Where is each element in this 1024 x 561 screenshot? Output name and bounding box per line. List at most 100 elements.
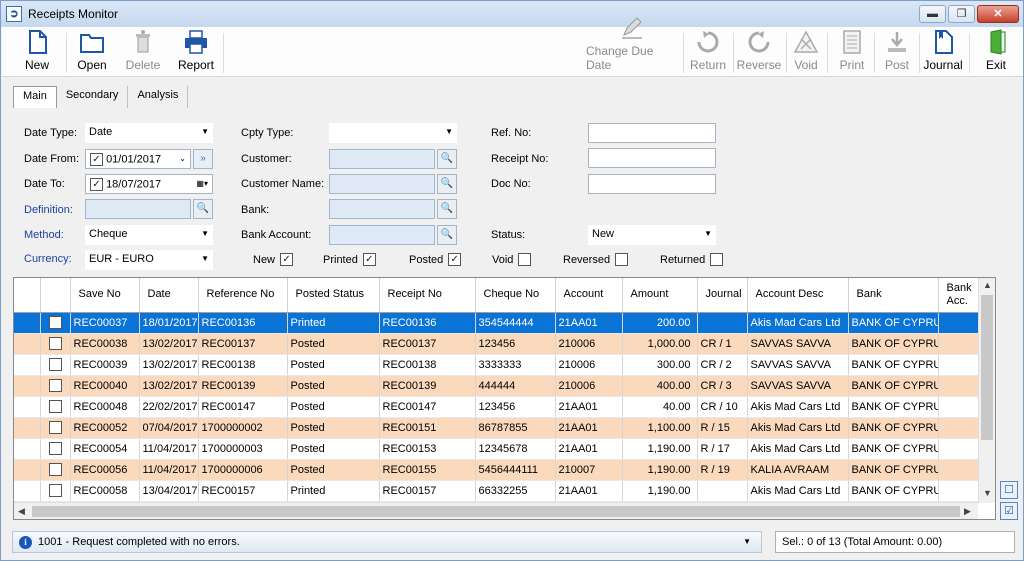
column-header[interactable]: Date <box>139 278 199 313</box>
print-button[interactable]: Print <box>836 29 868 75</box>
horizontal-scroll-thumb[interactable] <box>32 506 960 517</box>
row-select-cell[interactable] <box>40 417 71 439</box>
table-row[interactable]: REC00056 11/04/2017 1700000006 Posted REC001… <box>14 459 980 481</box>
date-from-picker[interactable]: ✓ 01/01/2017 ⌄ <box>85 149 191 169</box>
check-reversed-box[interactable] <box>615 253 629 266</box>
cpty-type-select[interactable]: ▼ <box>329 123 457 143</box>
row-checkbox[interactable] <box>48 400 62 413</box>
select-none-icon[interactable]: ☐ <box>1000 481 1018 499</box>
row-select-cell[interactable] <box>40 375 71 397</box>
row-select-cell[interactable] <box>40 354 71 376</box>
fast-forward-icon[interactable]: » <box>193 149 213 169</box>
exit-button[interactable]: Exit <box>980 29 1012 75</box>
return-button[interactable]: Return <box>688 29 728 75</box>
check-new[interactable]: New ✓ <box>253 253 294 266</box>
change-due-date-button[interactable]: Change Due Date <box>586 17 678 75</box>
row-header[interactable] <box>14 354 41 376</box>
row-select-cell[interactable] <box>40 459 71 481</box>
definition-search-icon[interactable]: 🔍 <box>193 199 213 219</box>
row-select-cell[interactable] <box>40 312 71 334</box>
column-header[interactable]: Save No <box>70 278 140 313</box>
table-row[interactable]: REC00048 22/02/2017 REC00147 Posted REC00147… <box>14 396 980 418</box>
row-checkbox[interactable] <box>48 421 62 434</box>
customer-name-search-icon[interactable]: 🔍 <box>437 174 457 194</box>
definition-field[interactable] <box>85 199 191 219</box>
table-row[interactable]: REC00040 13/02/2017 REC00139 Posted REC00139… <box>14 375 980 397</box>
row-checkbox[interactable] <box>48 316 62 329</box>
close-button[interactable]: ✕ <box>977 5 1019 23</box>
tab-main[interactable]: Main <box>13 86 57 108</box>
row-header[interactable] <box>14 480 41 502</box>
scroll-up-icon[interactable]: ▲ <box>983 280 992 290</box>
maximize-button[interactable]: ❐ <box>948 5 975 23</box>
minimize-button[interactable]: ▬ <box>919 5 946 23</box>
currency-select[interactable]: EUR - EURO ▼ <box>85 250 213 270</box>
customer-name-field[interactable] <box>329 174 435 194</box>
column-header[interactable] <box>40 278 71 313</box>
ref-no-field[interactable] <box>588 123 716 143</box>
check-posted[interactable]: Posted ✓ <box>409 253 462 266</box>
row-select-cell[interactable] <box>40 396 71 418</box>
void-button[interactable]: Void <box>791 29 821 75</box>
post-button[interactable]: Post <box>882 29 912 75</box>
column-header[interactable]: Account <box>555 278 623 313</box>
check-posted-box[interactable]: ✓ <box>448 253 462 266</box>
journal-button[interactable]: Journal <box>922 29 964 75</box>
currency-label[interactable]: Currency: <box>24 253 72 265</box>
check-reversed[interactable]: Reversed <box>563 253 629 266</box>
date-to-picker[interactable]: ✓ 18/07/2017 ▦▾ <box>85 174 213 194</box>
row-checkbox[interactable] <box>48 442 62 455</box>
check-returned-box[interactable] <box>710 253 724 266</box>
scroll-left-icon[interactable]: ◀ <box>18 506 25 517</box>
column-header[interactable]: Account Desc <box>747 278 849 313</box>
scroll-down-icon[interactable]: ▼ <box>983 488 992 498</box>
scroll-right-icon[interactable]: ▶ <box>964 506 971 517</box>
column-header[interactable]: Journal <box>697 278 748 313</box>
select-all-icon[interactable]: ☑ <box>1000 502 1018 520</box>
check-void[interactable]: Void <box>492 253 532 266</box>
status-message-box[interactable]: i 1001 - Request completed with no error… <box>12 531 762 553</box>
horizontal-scrollbar[interactable]: ◀ ▶ <box>14 502 978 519</box>
row-header[interactable] <box>14 312 41 334</box>
row-checkbox[interactable] <box>48 337 62 350</box>
status-dropdown-icon[interactable]: ▼ <box>743 537 751 546</box>
check-returned[interactable]: Returned <box>660 253 724 266</box>
bank-search-icon[interactable]: 🔍 <box>437 199 457 219</box>
open-button[interactable]: Open <box>72 29 112 75</box>
check-printed[interactable]: Printed ✓ <box>323 253 376 266</box>
date-to-checkbox[interactable]: ✓ <box>90 178 103 191</box>
delete-button[interactable]: Delete <box>122 29 164 75</box>
bank-account-search-icon[interactable]: 🔍 <box>437 225 457 245</box>
customer-search-icon[interactable]: 🔍 <box>437 149 457 169</box>
column-header[interactable]: Bank <box>848 278 939 313</box>
table-row[interactable]: REC00037 18/01/2017 REC00136 Printed REC0013… <box>14 312 980 334</box>
table-row[interactable]: REC00039 13/02/2017 REC00138 Posted REC00138… <box>14 354 980 376</box>
row-checkbox[interactable] <box>48 484 62 497</box>
vertical-scrollbar[interactable]: ▲ ▼ <box>978 278 995 503</box>
tab-analysis[interactable]: Analysis <box>128 86 189 108</box>
status-select[interactable]: New ▼ <box>588 225 716 245</box>
vertical-scroll-thumb[interactable] <box>981 295 993 440</box>
row-header[interactable] <box>14 396 41 418</box>
column-header[interactable]: Bank Acc. <box>938 278 980 313</box>
row-header[interactable] <box>14 375 41 397</box>
table-row[interactable]: REC00054 11/04/2017 1700000003 Posted REC001… <box>14 438 980 460</box>
column-header[interactable]: Receipt No <box>379 278 476 313</box>
method-select[interactable]: Cheque ▼ <box>85 225 213 245</box>
row-select-cell[interactable] <box>40 438 71 460</box>
column-header[interactable]: Reference No <box>198 278 288 313</box>
customer-field[interactable] <box>329 149 435 169</box>
definition-label[interactable]: Definition: <box>24 204 73 216</box>
column-header[interactable] <box>14 278 41 313</box>
method-label[interactable]: Method: <box>24 229 64 241</box>
row-checkbox[interactable] <box>48 463 62 476</box>
check-void-box[interactable] <box>518 253 532 266</box>
receipt-no-field[interactable] <box>588 148 716 168</box>
row-select-cell[interactable] <box>40 333 71 355</box>
column-header[interactable]: Posted Status <box>287 278 380 313</box>
check-new-box[interactable]: ✓ <box>280 253 294 266</box>
row-header[interactable] <box>14 459 41 481</box>
row-checkbox[interactable] <box>48 358 62 371</box>
date-type-select[interactable]: Date ▼ <box>85 123 213 143</box>
table-row[interactable]: REC00052 07/04/2017 1700000002 Posted REC001… <box>14 417 980 439</box>
